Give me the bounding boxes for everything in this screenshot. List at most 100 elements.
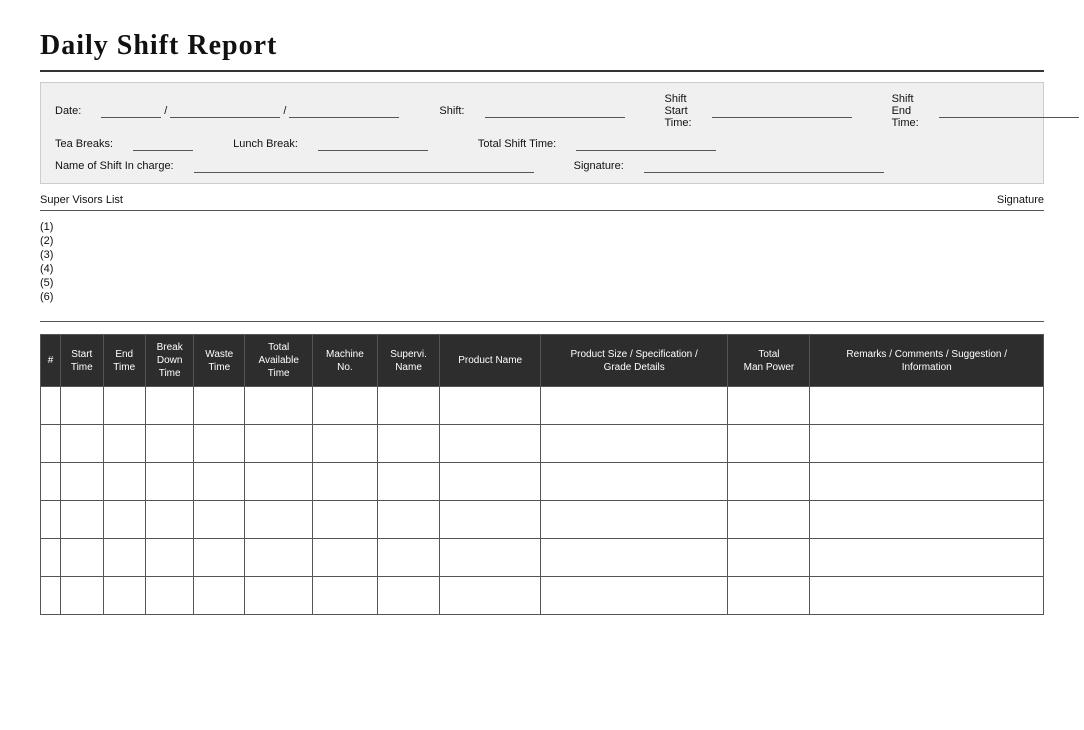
cell[interactable] xyxy=(728,425,810,463)
cell[interactable] xyxy=(194,577,245,615)
cell[interactable] xyxy=(61,501,103,539)
signature-field[interactable] xyxy=(644,159,884,173)
cell[interactable] xyxy=(103,501,145,539)
col-header-number: # xyxy=(41,335,61,387)
header-row-2: Tea Breaks: Lunch Break: Total Shift Tim… xyxy=(55,137,1029,151)
cell[interactable] xyxy=(103,387,145,425)
cell[interactable] xyxy=(728,539,810,577)
cell[interactable] xyxy=(440,539,540,577)
cell[interactable] xyxy=(377,463,440,501)
cell[interactable] xyxy=(313,577,377,615)
cell[interactable] xyxy=(728,387,810,425)
cell[interactable] xyxy=(61,425,103,463)
cell[interactable] xyxy=(540,463,728,501)
header-section: Date: / / Shift: Shift Start Time: Shift… xyxy=(40,82,1044,184)
section-divider xyxy=(40,321,1044,322)
table-wrapper: # StartTime EndTime BreakDownTime WasteT… xyxy=(40,334,1044,615)
cell[interactable] xyxy=(145,425,193,463)
cell[interactable] xyxy=(41,539,61,577)
date-group: / / xyxy=(101,104,399,118)
cell[interactable] xyxy=(145,463,193,501)
cell[interactable] xyxy=(313,463,377,501)
supervisor-item-5: (5) xyxy=(40,277,1044,289)
cell[interactable] xyxy=(245,539,313,577)
cell[interactable] xyxy=(245,463,313,501)
table-row xyxy=(41,501,1044,539)
cell[interactable] xyxy=(313,387,377,425)
cell[interactable] xyxy=(313,425,377,463)
table-row xyxy=(41,463,1044,501)
cell[interactable] xyxy=(377,387,440,425)
date-field-day[interactable] xyxy=(101,104,161,118)
cell[interactable] xyxy=(103,577,145,615)
cell[interactable] xyxy=(194,539,245,577)
cell[interactable] xyxy=(145,387,193,425)
cell[interactable] xyxy=(810,501,1044,539)
cell[interactable] xyxy=(540,539,728,577)
cell[interactable] xyxy=(810,577,1044,615)
shift-start-field[interactable] xyxy=(712,104,852,118)
cell[interactable] xyxy=(440,463,540,501)
cell[interactable] xyxy=(41,577,61,615)
total-shift-field[interactable] xyxy=(576,137,716,151)
cell[interactable] xyxy=(377,539,440,577)
total-shift-label: Total Shift Time: xyxy=(478,138,556,150)
cell[interactable] xyxy=(377,425,440,463)
cell[interactable] xyxy=(810,425,1044,463)
cell[interactable] xyxy=(540,577,728,615)
cell[interactable] xyxy=(103,539,145,577)
cell[interactable] xyxy=(540,501,728,539)
date-field-month[interactable] xyxy=(170,104,280,118)
cell[interactable] xyxy=(41,425,61,463)
col-header-end-time: EndTime xyxy=(103,335,145,387)
cell[interactable] xyxy=(440,577,540,615)
cell[interactable] xyxy=(313,539,377,577)
lunch-break-label: Lunch Break: xyxy=(233,138,298,150)
date-sep1: / xyxy=(164,105,167,117)
shift-field[interactable] xyxy=(485,104,625,118)
date-field-year[interactable] xyxy=(289,104,399,118)
cell[interactable] xyxy=(194,387,245,425)
cell[interactable] xyxy=(61,387,103,425)
cell[interactable] xyxy=(194,463,245,501)
tea-breaks-field[interactable] xyxy=(133,137,193,151)
cell[interactable] xyxy=(540,387,728,425)
lunch-break-field[interactable] xyxy=(318,137,428,151)
cell[interactable] xyxy=(728,501,810,539)
shift-end-field[interactable] xyxy=(939,104,1079,118)
cell[interactable] xyxy=(377,501,440,539)
cell[interactable] xyxy=(810,387,1044,425)
cell[interactable] xyxy=(245,387,313,425)
cell[interactable] xyxy=(194,425,245,463)
cell[interactable] xyxy=(728,577,810,615)
cell[interactable] xyxy=(440,387,540,425)
cell[interactable] xyxy=(245,425,313,463)
cell[interactable] xyxy=(41,463,61,501)
header-row-1: Date: / / Shift: Shift Start Time: Shift… xyxy=(55,93,1029,129)
cell[interactable] xyxy=(377,577,440,615)
cell[interactable] xyxy=(41,501,61,539)
cell[interactable] xyxy=(61,577,103,615)
cell[interactable] xyxy=(245,501,313,539)
col-header-machine-no: MachineNo. xyxy=(313,335,377,387)
cell[interactable] xyxy=(41,387,61,425)
cell[interactable] xyxy=(728,463,810,501)
cell[interactable] xyxy=(145,577,193,615)
cell[interactable] xyxy=(245,577,313,615)
signature-label: Signature: xyxy=(574,160,624,172)
cell[interactable] xyxy=(540,425,728,463)
cell[interactable] xyxy=(145,501,193,539)
cell[interactable] xyxy=(440,425,540,463)
shift-incharge-field[interactable] xyxy=(194,159,534,173)
cell[interactable] xyxy=(145,539,193,577)
cell[interactable] xyxy=(61,463,103,501)
cell[interactable] xyxy=(194,501,245,539)
cell[interactable] xyxy=(313,501,377,539)
cell[interactable] xyxy=(810,463,1044,501)
cell[interactable] xyxy=(61,539,103,577)
cell[interactable] xyxy=(440,501,540,539)
cell[interactable] xyxy=(103,463,145,501)
cell[interactable] xyxy=(810,539,1044,577)
date-label: Date: xyxy=(55,105,81,117)
cell[interactable] xyxy=(103,425,145,463)
